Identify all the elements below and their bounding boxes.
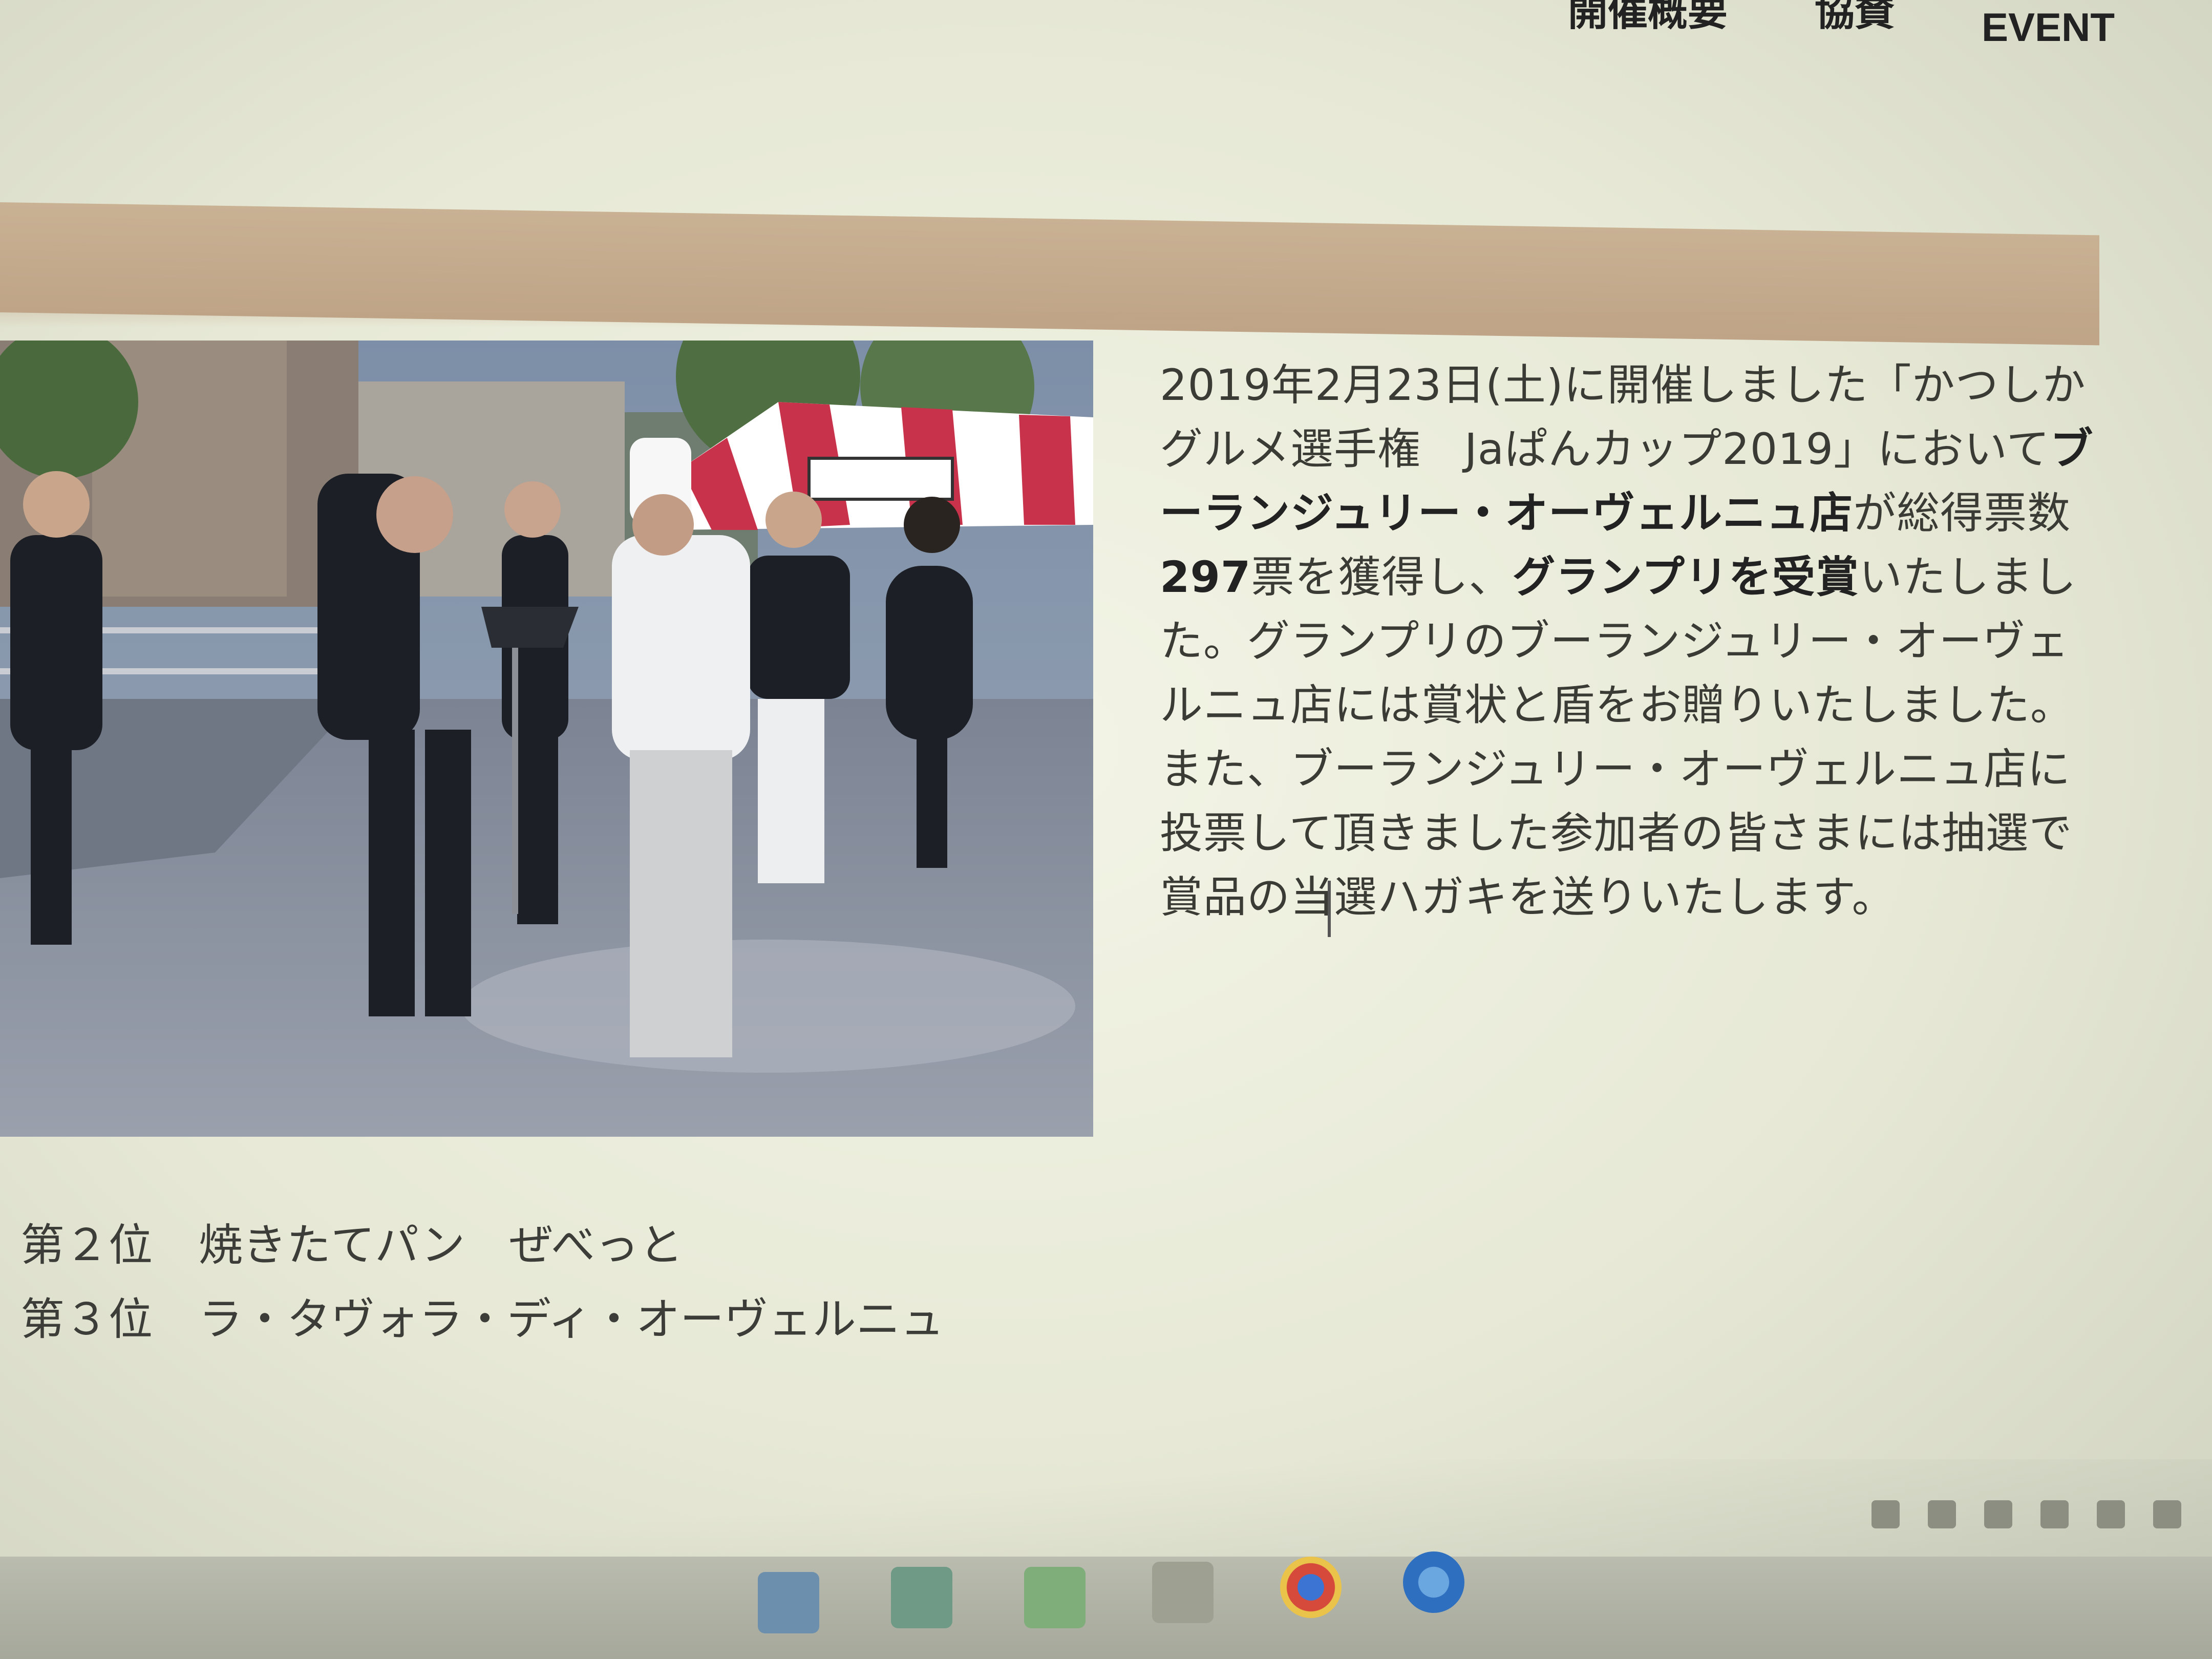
taskbar	[0, 1551, 2212, 1659]
nav-item-overview[interactable]: 開催概要	[1568, 0, 1728, 37]
article-intro-text: 2019年2月23日(土)に開催しました「かつしかグルメ選手権 Jaぱんカップ2…	[1160, 360, 2086, 474]
rank-place: 第３位	[20, 1294, 153, 1345]
photo-image	[0, 341, 1093, 1137]
store-icon[interactable]	[891, 1567, 952, 1628]
article-body: 2019年2月23日(土)に開催しました「かつしかグルメ選手権 Jaぱんカップ2…	[1160, 353, 2097, 929]
system-tray	[1871, 1500, 2181, 1528]
grand-prix-text: グランプリを受賞	[1512, 552, 1859, 602]
article-text-rest: いたしました。グランプリのブーランジュリー・オーヴェルニュ店には賞状と盾をお贈り…	[1160, 552, 2077, 922]
rank-name: 焼きたてパン ぜべっと	[199, 1220, 683, 1271]
chrome-icon[interactable]	[1280, 1557, 1342, 1618]
people-icon[interactable]	[1871, 1500, 1900, 1528]
rank-second: 第２位 焼きたてパン ぜべっと	[20, 1208, 944, 1283]
chat-icon[interactable]	[1152, 1562, 1214, 1623]
nav-item-sponsors[interactable]: 協賛	[1815, 0, 1895, 37]
article-text-obtained: 票を獲得し、	[1251, 552, 1513, 602]
volume-icon[interactable]	[2097, 1500, 2125, 1528]
network-icon[interactable]	[2040, 1500, 2069, 1528]
chevron-up-icon[interactable]	[1928, 1500, 1956, 1528]
mail-icon[interactable]	[1024, 1567, 1086, 1628]
award-ceremony-photo	[0, 341, 1093, 1137]
text-cursor-icon	[1328, 881, 1331, 937]
rank-third: 第３位 ラ・タヴォラ・ディ・オーヴェルニュ	[20, 1283, 944, 1357]
webpage: 開催概要 協賛 EVENT 2019年2月23日(土)に開催しました「かつしかグ…	[0, 0, 2212, 1659]
notification-icon[interactable]	[2153, 1500, 2181, 1528]
rank-name: ラ・タヴォラ・ディ・オーヴェルニュ	[199, 1294, 944, 1345]
file-explorer-icon[interactable]	[758, 1572, 819, 1633]
vote-count: 297	[1160, 552, 1251, 602]
top-nav: 開催概要 協賛 EVENT	[1568, 0, 2115, 61]
rank-place: 第２位	[20, 1220, 153, 1271]
band-shadow	[0, 312, 2099, 328]
article-text-votes: が総得票数	[1853, 488, 2071, 538]
nav-item-event[interactable]: EVENT	[1982, 4, 2115, 51]
internet-explorer-icon[interactable]	[1403, 1551, 1464, 1613]
battery-icon[interactable]	[1984, 1500, 2012, 1528]
rankings-list: 第２位 焼きたてパン ぜべっと 第３位 ラ・タヴォラ・ディ・オーヴェルニュ	[20, 1208, 944, 1357]
